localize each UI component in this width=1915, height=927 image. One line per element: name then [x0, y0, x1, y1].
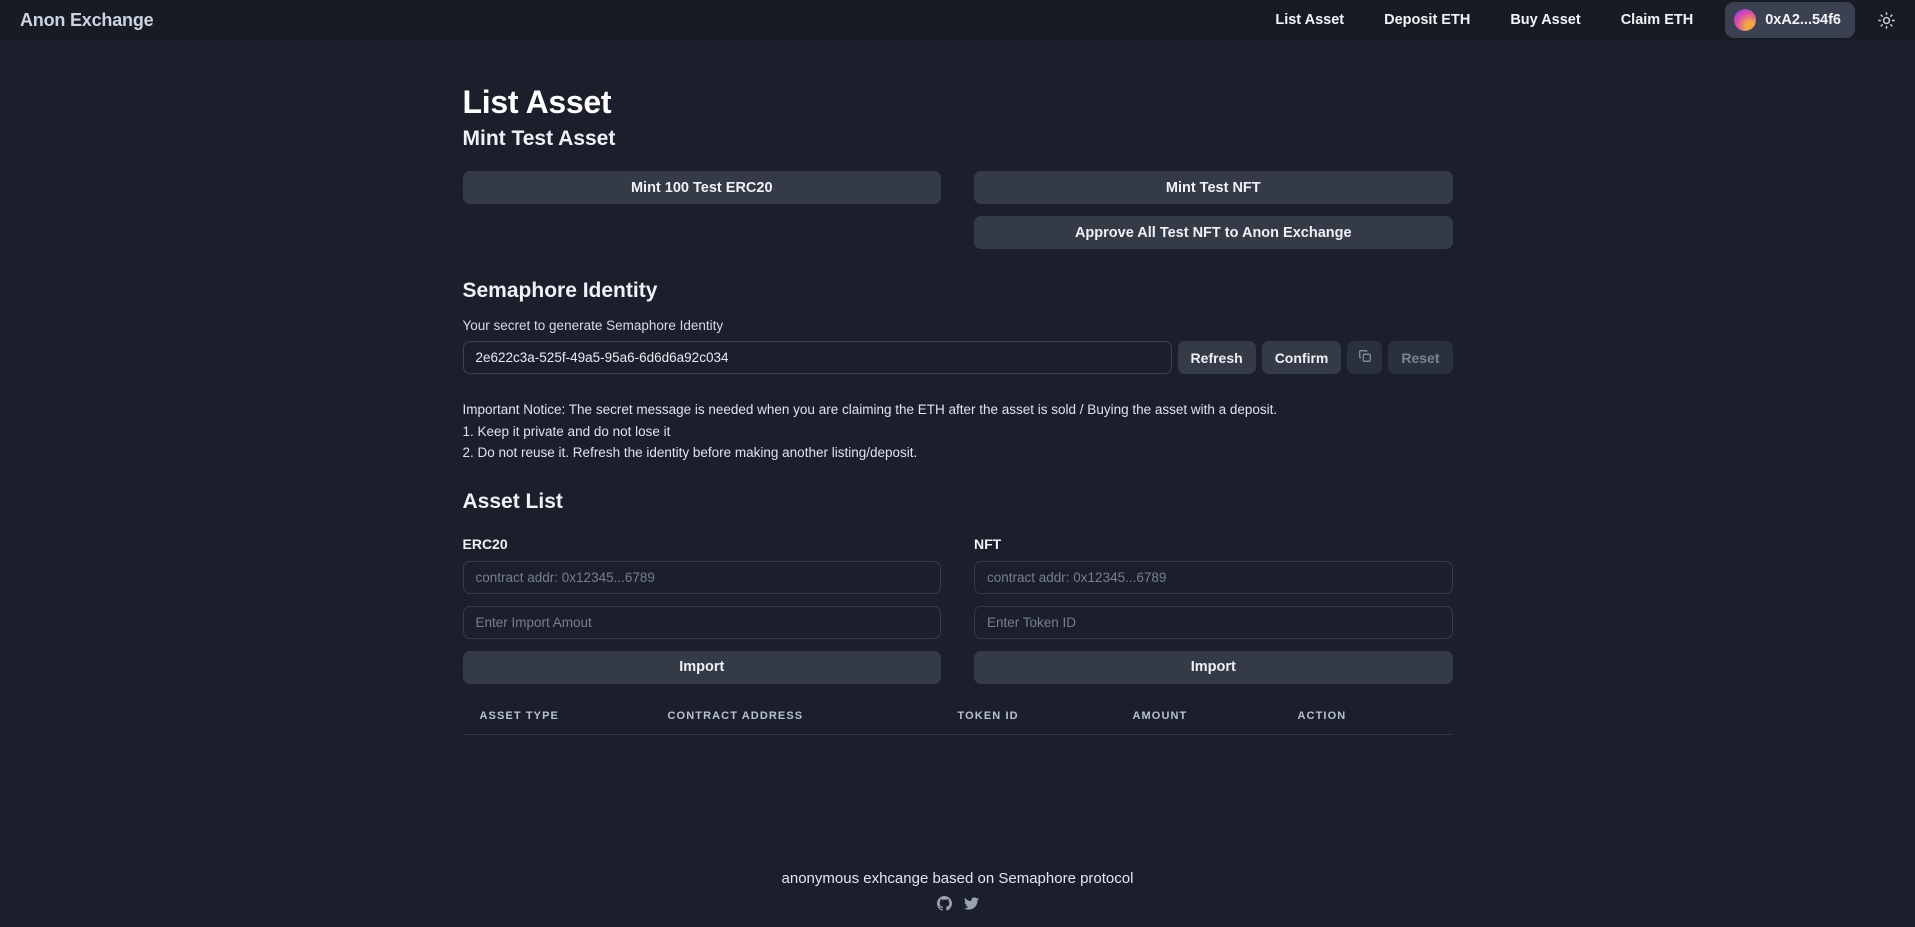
secret-input-row: Refresh Confirm Reset — [462, 341, 1453, 374]
semaphore-secret-input[interactable] — [462, 341, 1172, 374]
nav-link-deposit-eth[interactable]: Deposit ETH — [1364, 12, 1490, 28]
approve-all-test-nft-button[interactable]: Approve All Test NFT to Anon Exchange — [974, 216, 1453, 249]
table-header-row: ASSET TYPE CONTRACT ADDRESS TOKEN ID AMO… — [462, 703, 1453, 735]
copy-secret-button[interactable] — [1347, 341, 1383, 374]
erc20-import-column: ERC20 Import — [462, 514, 941, 684]
erc20-import-button[interactable]: Import — [462, 650, 941, 684]
erc20-contract-address-input[interactable] — [462, 560, 941, 594]
nft-import-column: NFT Import — [974, 514, 1453, 684]
column-header-token-id: TOKEN ID — [957, 703, 1133, 735]
github-icon[interactable] — [936, 896, 952, 911]
twitter-icon[interactable] — [963, 896, 979, 911]
important-notice-text: Important Notice: The secret message is … — [463, 400, 1453, 464]
asset-list-section: Asset List ERC20 Import NFT Import — [462, 489, 1453, 735]
notice-line-3: 2. Do not reuse it. Refresh the identity… — [462, 445, 918, 461]
notice-line-1: Important Notice: The secret message is … — [462, 402, 1278, 417]
mint-section-title: Mint Test Asset — [462, 127, 616, 150]
wallet-connect-button[interactable]: 0xA2...54f6 — [1725, 2, 1855, 38]
asset-table: ASSET TYPE CONTRACT ADDRESS TOKEN ID AMO… — [462, 703, 1453, 735]
semaphore-identity-section: Semaphore Identity Your secret to genera… — [462, 279, 1453, 464]
column-header-action: ACTION — [1297, 703, 1453, 735]
content-container: List Asset Mint Test Asset Mint 100 Test… — [462, 84, 1453, 735]
refresh-identity-button[interactable]: Refresh — [1177, 341, 1256, 374]
page-title: List Asset — [462, 84, 612, 120]
erc20-import-amount-input[interactable] — [462, 605, 941, 639]
nft-contract-address-input[interactable] — [974, 560, 1453, 594]
import-forms-grid: ERC20 Import NFT Import — [462, 514, 1453, 684]
secret-field-label: Your secret to generate Semaphore Identi… — [462, 318, 724, 333]
nft-import-button[interactable]: Import — [974, 650, 1453, 684]
avatar — [1734, 9, 1757, 31]
footer-tagline: anonymous exhcange based on Semaphore pr… — [781, 870, 1134, 887]
asset-table-head: ASSET TYPE CONTRACT ADDRESS TOKEN ID AMO… — [462, 703, 1453, 735]
page-body: List Asset Mint Test Asset Mint 100 Test… — [0, 40, 1915, 735]
top-navbar: Anon Exchange List Asset Deposit ETH Buy… — [0, 0, 1915, 40]
app-brand-title: Anon Exchange — [20, 9, 154, 30]
nft-column-heading: NFT — [974, 535, 1002, 552]
column-header-amount: AMOUNT — [1132, 703, 1298, 735]
column-header-contract-address: CONTRACT ADDRESS — [667, 703, 958, 735]
navbar-links: List Asset Deposit ETH Buy Asset Claim E… — [1255, 2, 1897, 38]
copy-icon — [1358, 349, 1372, 366]
reset-identity-button[interactable]: Reset — [1388, 341, 1453, 374]
mint-test-nft-button[interactable]: Mint Test NFT — [974, 171, 1453, 204]
nav-link-buy-asset[interactable]: Buy Asset — [1490, 12, 1600, 28]
mint-buttons-grid: Mint 100 Test ERC20 Mint Test NFT Approv… — [462, 171, 1453, 249]
nav-link-list-asset[interactable]: List Asset — [1255, 12, 1364, 28]
page-footer: anonymous exhcange based on Semaphore pr… — [0, 870, 1915, 927]
wallet-address-label: 0xA2...54f6 — [1765, 12, 1841, 28]
nft-token-id-input[interactable] — [974, 605, 1453, 639]
mint-nft-column: Mint Test NFT Approve All Test NFT to An… — [974, 171, 1453, 249]
column-header-asset-type: ASSET TYPE — [462, 703, 668, 735]
confirm-identity-button[interactable]: Confirm — [1261, 341, 1342, 374]
footer-social-links — [0, 896, 1915, 911]
erc20-column-heading: ERC20 — [462, 535, 508, 552]
mint-erc20-column: Mint 100 Test ERC20 — [462, 171, 941, 249]
notice-line-2: 1. Keep it private and do not lose it — [462, 423, 671, 439]
semaphore-section-title: Semaphore Identity — [462, 279, 658, 302]
sun-icon[interactable] — [1875, 9, 1897, 31]
nav-link-claim-eth[interactable]: Claim ETH — [1601, 12, 1714, 28]
asset-list-title: Asset List — [462, 489, 563, 513]
mint-100-test-erc20-button[interactable]: Mint 100 Test ERC20 — [462, 171, 941, 204]
